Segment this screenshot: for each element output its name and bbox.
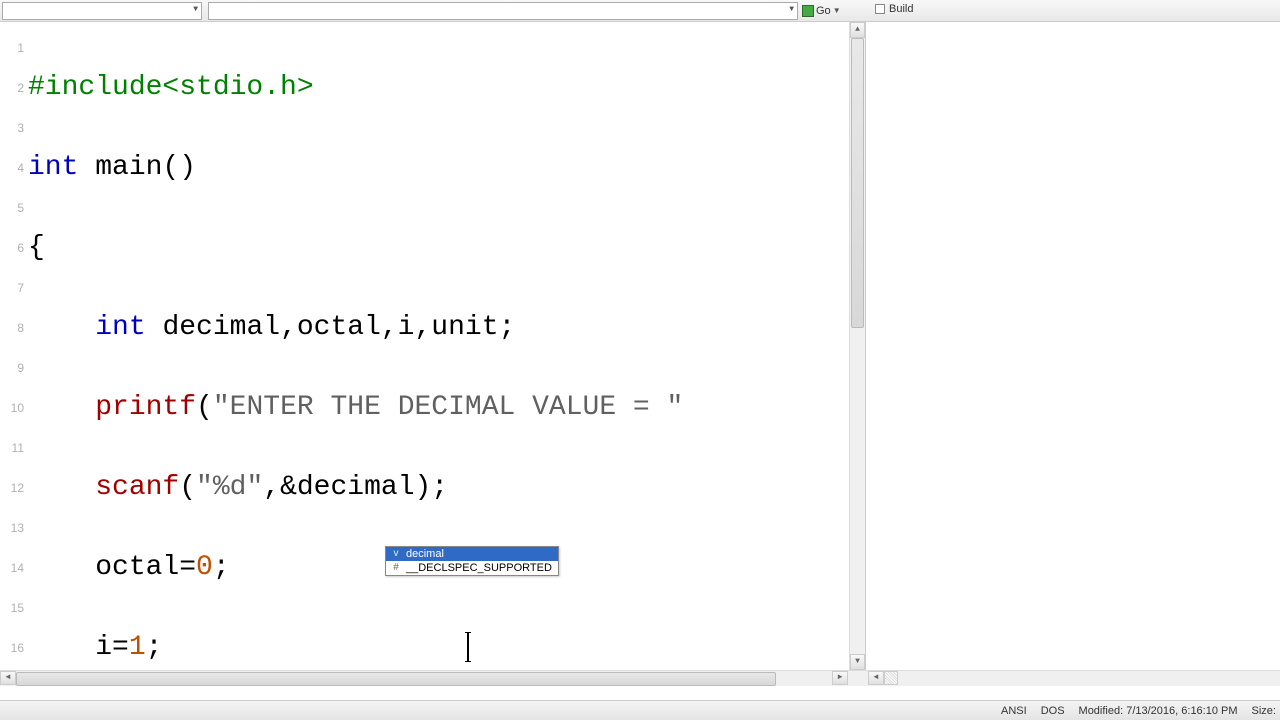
code-token: 1 [129,632,146,663]
code-token: octal= [95,552,196,583]
autocomplete-label: decimal [406,548,444,560]
scroll-right-button[interactable]: ► [832,671,848,685]
scroll-down-button[interactable]: ▼ [850,654,865,670]
code-token: ( [179,472,196,503]
vertical-scrollbar[interactable]: ▲ ▼ [849,22,865,670]
symbol-dropdown[interactable] [208,2,798,20]
build-icon [875,4,885,14]
code-token: printf [95,392,196,423]
text-cursor-icon [467,632,469,662]
autocomplete-item[interactable]: v decimal [386,547,558,561]
go-button[interactable]: Go [802,5,841,17]
code-token: ; [146,632,163,663]
code-token: int [28,152,78,183]
build-output-panel [865,22,1280,670]
horizontal-scrollbar[interactable]: ◄ ► ◄ [0,670,1280,686]
line-number: 14 [0,548,28,588]
line-number: 6 [0,228,28,268]
code-token: ; [213,552,230,583]
code-token: "ENTER THE DECIMAL VALUE = " [213,392,683,423]
variable-icon: v [390,548,402,560]
line-gutter: 1 2 3 4 5 6 7 8 9 10 11 12 13 14 15 16 [0,22,28,670]
grip-icon [884,671,898,685]
line-number: 2 [0,68,28,108]
main-area: 1 2 3 4 5 6 7 8 9 10 11 12 13 14 15 16 #… [0,22,1280,670]
line-number: 8 [0,308,28,348]
code-token: int [95,312,145,343]
code-token: decimal,octal,i,unit; [146,312,516,343]
line-number: 15 [0,588,28,628]
code-token: i= [95,632,129,663]
line-number: 12 [0,468,28,508]
code-token: 0 [196,552,213,583]
code-token: scanf [95,472,179,503]
scope-dropdown[interactable] [2,2,202,20]
autocomplete-popup[interactable]: v decimal # __DECLSPEC_SUPPORTED [385,546,559,576]
code-token: main() [78,152,196,183]
line-number: 7 [0,268,28,308]
scroll-up-button[interactable]: ▲ [850,22,865,38]
status-bar: ANSI DOS Modified: 7/13/2016, 6:16:10 PM… [0,700,1280,720]
line-number: 16 [0,628,28,668]
toolbar: Go Build [0,0,1280,22]
go-label: Go [816,5,831,17]
code-token: <stdio.h> [162,72,313,103]
code-token: "%d" [196,472,263,503]
autocomplete-item[interactable]: # __DECLSPEC_SUPPORTED [386,561,558,575]
build-label: Build [889,3,913,15]
build-panel-header[interactable]: Build [875,3,913,15]
editor: 1 2 3 4 5 6 7 8 9 10 11 12 13 14 15 16 #… [0,22,865,670]
scroll-left-button[interactable]: ◄ [0,671,16,685]
line-number: 3 [0,108,28,148]
go-icon [802,5,814,17]
line-number: 11 [0,428,28,468]
code-token: ,&decimal); [263,472,448,503]
line-number: 10 [0,388,28,428]
code-token: { [28,232,45,263]
scroll-thumb[interactable] [851,38,864,328]
line-number: 13 [0,508,28,548]
status-modified: Modified: 7/13/2016, 6:16:10 PM [1079,705,1238,717]
status-size: Size: [1252,705,1276,717]
code-token: #include [28,72,162,103]
status-lineend: DOS [1041,705,1065,717]
line-number: 1 [0,28,28,68]
define-icon: # [390,562,402,574]
scroll-left-button[interactable]: ◄ [868,671,884,685]
line-number: 4 [0,148,28,188]
line-number: 9 [0,348,28,388]
line-number: 5 [0,188,28,228]
scroll-thumb[interactable] [16,672,776,686]
code-token: ( [196,392,213,423]
status-encoding: ANSI [1001,705,1027,717]
autocomplete-label: __DECLSPEC_SUPPORTED [406,562,552,574]
